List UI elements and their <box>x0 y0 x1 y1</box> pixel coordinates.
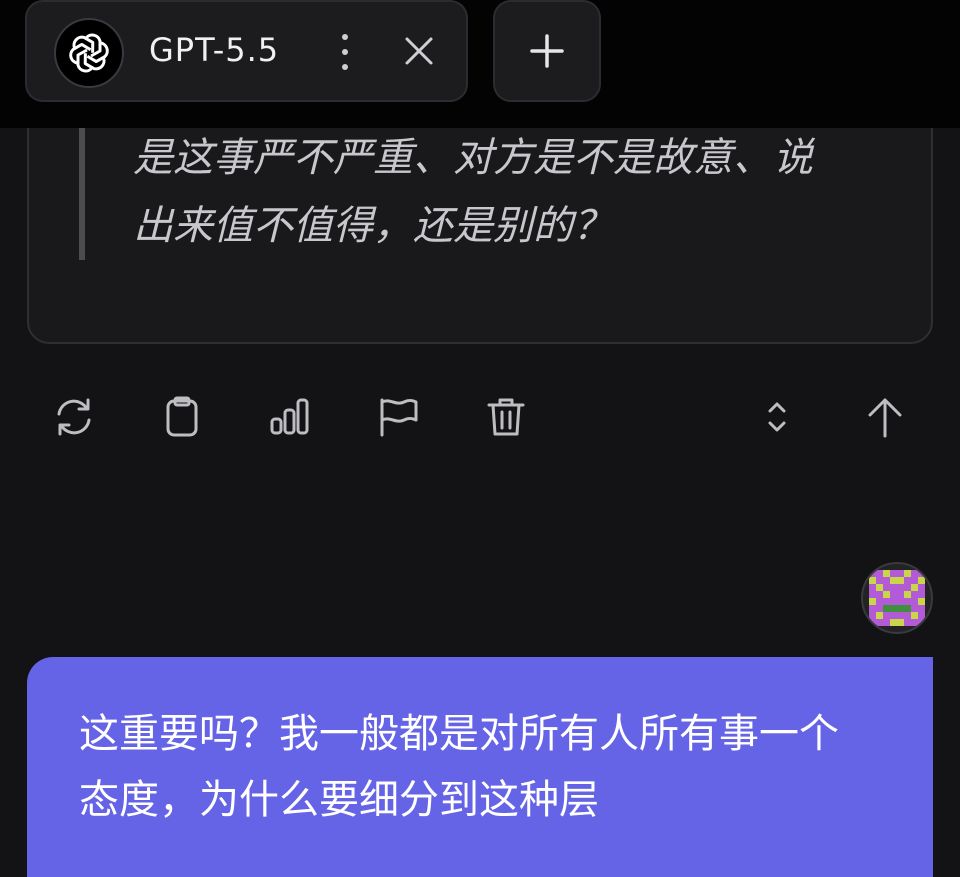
close-icon[interactable] <box>399 31 439 71</box>
flag-icon <box>380 398 418 437</box>
scroll-top-button[interactable] <box>863 395 907 439</box>
arrow-up-icon <box>868 398 902 438</box>
copy-button[interactable] <box>160 395 204 439</box>
expand-button[interactable] <box>755 395 799 439</box>
plus-icon <box>530 34 564 68</box>
clipboard-icon <box>166 396 198 437</box>
openai-logo-icon <box>54 18 124 88</box>
more-vertical-icon[interactable] <box>330 32 360 72</box>
user-message-bubble: 这重要吗？我一般都是对所有人所有事一个态度，为什么要细分到这种层 <box>27 657 933 877</box>
pixel-avatar-icon <box>869 570 925 626</box>
top-tab-bar: GPT-5.5 <box>0 0 960 128</box>
trash-icon <box>487 398 525 436</box>
model-name: GPT-5.5 <box>149 31 280 69</box>
blockquote-text: 是这事严不严重、对方是不是故意、说出来值不值得，还是别的？ <box>133 135 813 249</box>
stats-button[interactable] <box>268 395 312 439</box>
report-button[interactable] <box>376 395 420 439</box>
user-avatar[interactable] <box>861 562 933 634</box>
chevron-up-down-icon <box>768 402 786 432</box>
new-tab-button[interactable] <box>493 0 601 102</box>
model-tab[interactable]: GPT-5.5 <box>25 0 468 102</box>
user-message-text: 这重要吗？我一般都是对所有人所有事一个态度，为什么要细分到这种层 <box>79 711 839 823</box>
delete-button[interactable] <box>484 395 528 439</box>
bar-chart-icon <box>270 398 309 435</box>
regenerate-button[interactable] <box>52 395 96 439</box>
refresh-icon <box>57 398 91 436</box>
